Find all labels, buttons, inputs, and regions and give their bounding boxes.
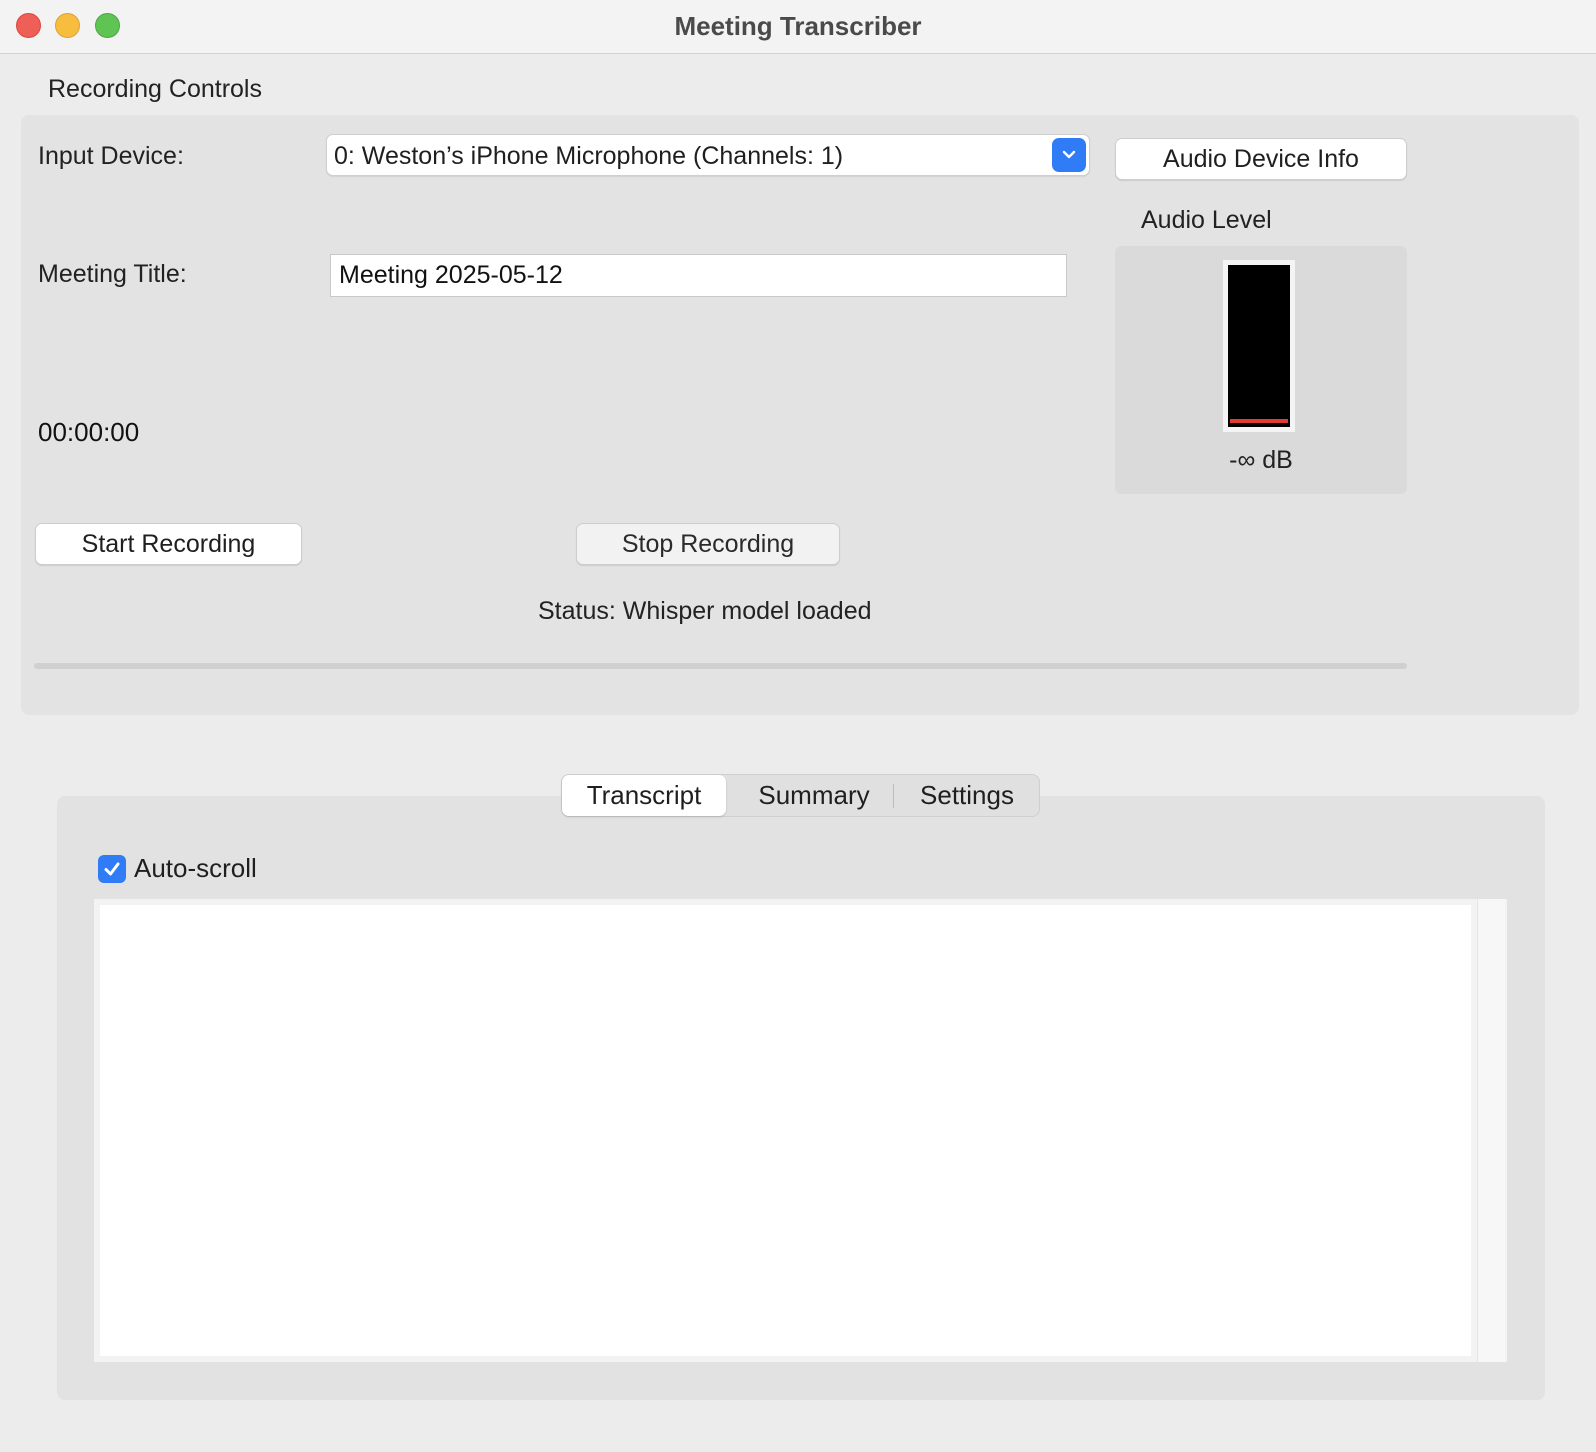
transcript-scrollbar[interactable] xyxy=(1477,899,1505,1362)
tab-summary[interactable]: Summary xyxy=(732,775,896,816)
tab-settings[interactable]: Settings xyxy=(894,775,1040,816)
audio-level-panel: -∞ dB xyxy=(1115,246,1407,494)
start-recording-button[interactable]: Start Recording xyxy=(35,523,302,565)
stop-recording-button[interactable]: Stop Recording xyxy=(576,523,840,565)
tab-bar: Transcript Summary Settings xyxy=(561,774,1040,817)
auto-scroll-label[interactable]: Auto-scroll xyxy=(134,853,257,884)
app-window: Meeting Transcriber Recording Controls I… xyxy=(0,0,1596,1452)
audio-level-title: Audio Level xyxy=(1141,206,1272,234)
input-device-label: Input Device: xyxy=(38,142,184,170)
audio-level-db: -∞ dB xyxy=(1229,446,1293,474)
title-bar: Meeting Transcriber xyxy=(0,0,1596,54)
recording-timer: 00:00:00 xyxy=(38,417,140,447)
audio-level-meter-fill xyxy=(1230,419,1288,423)
input-device-select[interactable]: 0: Weston’s iPhone Microphone (Channels:… xyxy=(326,134,1090,176)
chevron-down-icon xyxy=(1052,138,1086,172)
audio-level-meter-track xyxy=(1228,265,1290,427)
audio-level-meter xyxy=(1223,260,1295,432)
checkmark-icon xyxy=(104,862,120,876)
status-text: Status: Whisper model loaded xyxy=(538,597,872,625)
meeting-title-input[interactable]: Meeting 2025-05-12 xyxy=(330,254,1067,297)
input-device-value: 0: Weston’s iPhone Microphone (Channels:… xyxy=(334,142,844,170)
tab-transcript[interactable]: Transcript xyxy=(562,775,726,816)
transcript-text-area[interactable] xyxy=(100,905,1471,1356)
auto-scroll-checkbox[interactable] xyxy=(98,855,126,883)
meeting-title-label: Meeting Title: xyxy=(38,260,187,288)
recording-controls-label: Recording Controls xyxy=(48,75,262,103)
transcript-frame xyxy=(94,899,1507,1362)
progress-bar xyxy=(34,663,1407,669)
audio-device-info-button[interactable]: Audio Device Info xyxy=(1115,138,1407,180)
window-title: Meeting Transcriber xyxy=(674,11,922,41)
